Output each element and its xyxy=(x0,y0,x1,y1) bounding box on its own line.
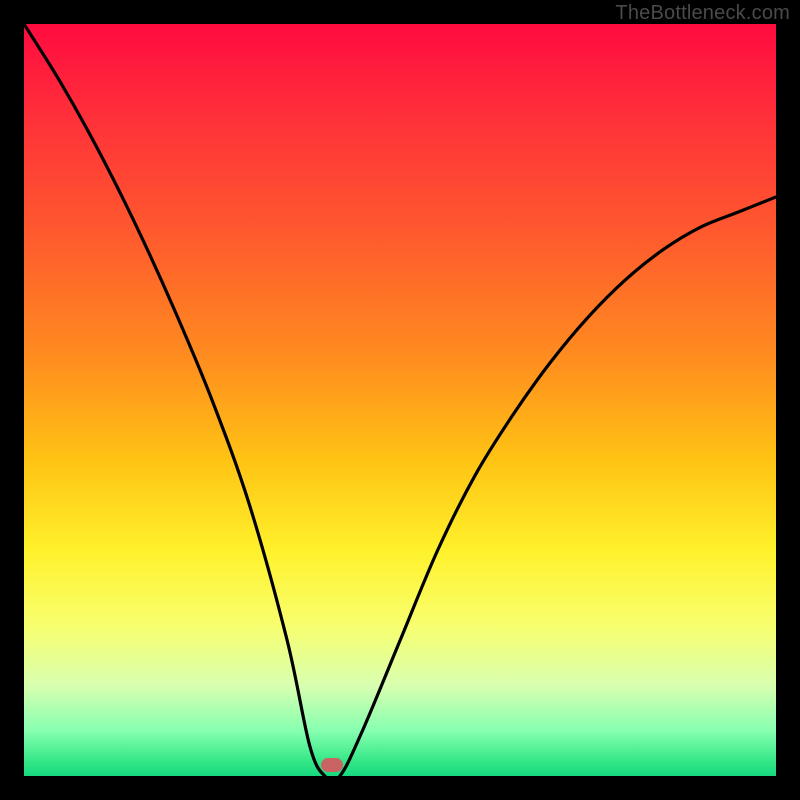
watermark-text: TheBottleneck.com xyxy=(615,2,790,25)
plot-area xyxy=(24,24,776,776)
optimal-marker xyxy=(321,758,343,772)
chart-frame: TheBottleneck.com xyxy=(0,0,800,800)
bottleneck-curve xyxy=(24,24,776,776)
